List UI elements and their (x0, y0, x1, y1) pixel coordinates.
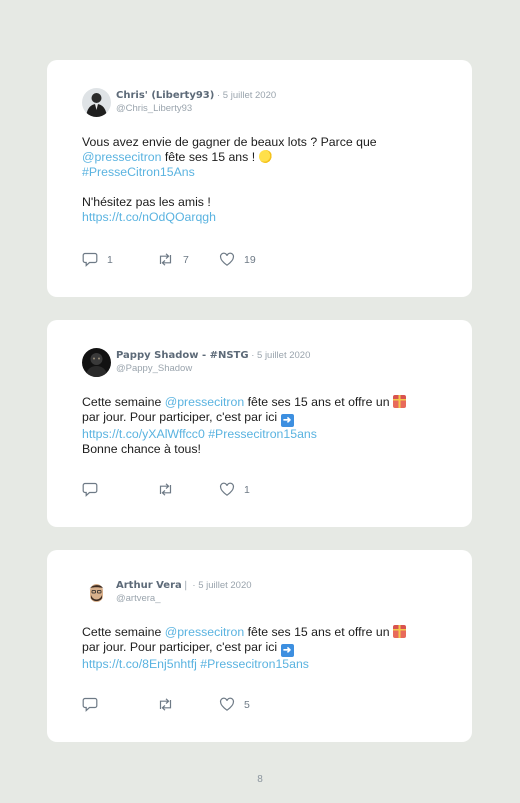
user-handle[interactable]: @Pappy_Shadow (116, 363, 310, 375)
tweet-actions: 1 (82, 482, 250, 497)
retweet-icon (159, 253, 172, 266)
right-arrow-emoji: ➜ (280, 644, 294, 657)
retweet-icon (159, 483, 172, 496)
tweet-text: Cette semaine @pressecitron fête ses 15 … (82, 625, 442, 672)
text-line: Cette semaine @pressecitron fête ses 15 … (82, 625, 442, 640)
text-line: Vous avez envie de gagner de beaux lots … (82, 135, 377, 149)
display-name[interactable]: Chris' (Liberty93) (116, 90, 214, 101)
tweet-text: Vous avez envie de gagner de beaux lots … (82, 135, 442, 225)
tweet-date[interactable]: 5 juillet 2020 (257, 350, 310, 361)
tweet-header: Arthur Vera❘ · 5 juillet 2020 @artvera_ (82, 578, 252, 607)
reply-button[interactable]: 1 (82, 252, 157, 267)
tweet-date[interactable]: 5 juillet 2020 (223, 90, 276, 101)
retweet-button[interactable] (157, 482, 219, 497)
meta-separator: · (214, 90, 223, 101)
gift-emoji (393, 625, 406, 638)
display-name[interactable]: Arthur Vera (116, 580, 182, 591)
like-button[interactable]: 19 (219, 252, 256, 267)
reply-icon (82, 482, 98, 497)
text-line: par jour. Pour participer, c'est par ici… (82, 410, 442, 427)
reply-count: 1 (107, 253, 113, 266)
text-fragment: Cette semaine (82, 625, 165, 639)
mention-link[interactable]: @pressecitron (165, 395, 244, 409)
retweet-count: 7 (183, 253, 189, 266)
retweet-icon (159, 698, 172, 711)
text-fragment: fête ses 15 ans et offre un (244, 625, 393, 639)
heart-icon (219, 697, 235, 711)
gift-emoji (393, 395, 406, 408)
retweet-button[interactable] (157, 697, 219, 712)
heart-icon (219, 482, 235, 496)
meta-separator: · (189, 580, 199, 591)
tweet-actions: 1 7 19 (82, 252, 256, 267)
reply-icon (82, 252, 98, 267)
page-number: 8 (257, 774, 263, 785)
text-line: https://t.co/8Enj5nhtfj #Pressecitron15a… (82, 657, 442, 672)
lemon-emoji (258, 150, 272, 163)
avatar[interactable] (82, 88, 111, 117)
mention-link[interactable]: @pressecitron (165, 625, 244, 639)
avatar[interactable] (82, 578, 111, 607)
mention-link[interactable]: @pressecitron (82, 150, 161, 164)
text-line: par jour. Pour participer, c'est par ici… (82, 640, 442, 657)
like-count: 5 (244, 698, 250, 711)
url-link[interactable]: https://t.co/8Enj5nhtfj (82, 657, 197, 671)
like-count: 19 (244, 253, 256, 266)
text-fragment: Cette semaine (82, 395, 165, 409)
text-fragment: par jour. Pour participer, c'est par ici (82, 640, 281, 654)
text-fragment: fête ses 15 ans et offre un (244, 395, 393, 409)
hashtag-link[interactable]: #Pressecitron15ans (208, 427, 317, 441)
hashtag-link[interactable]: #PresseCitron15Ans (82, 165, 195, 179)
tweet-header: Chris' (Liberty93) · 5 juillet 2020 @Chr… (82, 88, 276, 117)
text-fragment: fête ses 15 ans ! (161, 150, 259, 164)
tweet-text: Cette semaine @pressecitron fête ses 15 … (82, 395, 442, 457)
tweet-card: Pappy Shadow - #NSTG · 5 juillet 2020 @P… (47, 320, 472, 527)
tweet-card: Chris' (Liberty93) · 5 juillet 2020 @Chr… (47, 60, 472, 297)
text-line: Bonne chance à tous! (82, 442, 201, 456)
text-line: N'hésitez pas les amis ! (82, 195, 211, 209)
reply-button[interactable] (82, 697, 157, 712)
url-link[interactable]: https://t.co/yXAlWffcc0 (82, 427, 205, 441)
hashtag-link[interactable]: #Pressecitron15ans (200, 657, 309, 671)
text-line: @pressecitron fête ses 15 ans ! (82, 150, 442, 165)
text-fragment: par jour. Pour participer, c'est par ici (82, 410, 281, 424)
avatar[interactable] (82, 348, 111, 377)
heart-icon (219, 252, 235, 266)
text-line: Cette semaine @pressecitron fête ses 15 … (82, 395, 442, 410)
tweet-author: Arthur Vera❘ · 5 juillet 2020 @artvera_ (116, 578, 252, 605)
tweet-date[interactable]: 5 juillet 2020 (198, 580, 251, 591)
tweet-card: Arthur Vera❘ · 5 juillet 2020 @artvera_ … (47, 550, 472, 742)
right-arrow-emoji: ➜ (280, 414, 294, 427)
like-button[interactable]: 1 (219, 482, 250, 497)
url-link[interactable]: https://t.co/nOdQOarqgh (82, 210, 216, 224)
display-name[interactable]: Pappy Shadow - #NSTG (116, 350, 249, 361)
retweet-button[interactable]: 7 (157, 252, 219, 267)
reply-icon (82, 697, 98, 712)
user-handle[interactable]: @Chris_Liberty93 (116, 103, 276, 115)
reply-button[interactable] (82, 482, 157, 497)
tweet-actions: 5 (82, 697, 250, 712)
user-handle[interactable]: @artvera_ (116, 593, 252, 605)
tweet-author: Pappy Shadow - #NSTG · 5 juillet 2020 @P… (116, 348, 310, 375)
tweet-author: Chris' (Liberty93) · 5 juillet 2020 @Chr… (116, 88, 276, 115)
tweet-header: Pappy Shadow - #NSTG · 5 juillet 2020 @P… (82, 348, 310, 377)
text-line: https://t.co/yXAlWffcc0 #Pressecitron15a… (82, 427, 442, 442)
like-button[interactable]: 5 (219, 697, 250, 712)
meta-separator: · (248, 350, 258, 361)
name-suffix: ❘ (181, 580, 190, 591)
like-count: 1 (244, 483, 250, 496)
